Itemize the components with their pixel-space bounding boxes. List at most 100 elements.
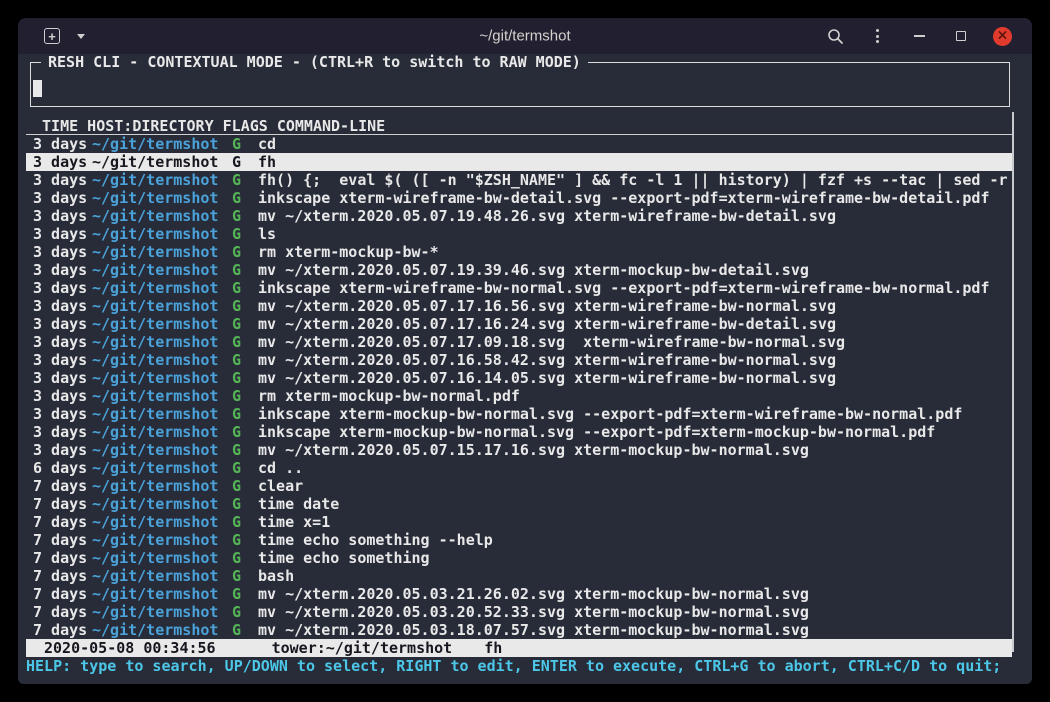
row-time: 3 days <box>33 387 92 405</box>
history-row[interactable]: 7 days ~/git/termshot G time date <box>26 495 1012 513</box>
history-row[interactable]: 7 days ~/git/termshot G clear <box>26 477 1012 495</box>
row-cmd: fh() {; eval $( ([ -n "$ZSH_NAME" ] && f… <box>258 171 1012 189</box>
history-row[interactable]: 3 days ~/git/termshot G mv ~/xterm.2020.… <box>26 297 1012 315</box>
history-row[interactable]: 3 days ~/git/termshot G mv ~/xterm.2020.… <box>26 333 1012 351</box>
close-icon: × <box>997 29 1009 43</box>
minimize-button[interactable] <box>909 24 929 48</box>
row-host: ~/git/termshot <box>92 549 232 567</box>
status-host-dir: tower:~/git/termshot <box>272 639 453 657</box>
row-cmd: mv ~/xterm.2020.05.07.15.17.16.svg xterm… <box>258 441 1012 459</box>
row-flag: G <box>232 315 258 333</box>
row-host: ~/git/termshot <box>92 333 232 351</box>
scrollbar[interactable] <box>1012 112 1014 652</box>
screenshot-background: + ~/git/termshot <box>0 0 1050 702</box>
close-button[interactable]: × <box>993 27 1012 46</box>
history-row[interactable]: 7 days ~/git/termshot G time echo someth… <box>26 531 1012 549</box>
history-row[interactable]: 3 days ~/git/termshot G inkscape xterm-m… <box>26 423 1012 441</box>
row-flag: G <box>232 621 258 639</box>
row-time: 7 days <box>33 513 92 531</box>
row-flag: G <box>232 333 258 351</box>
row-host: ~/git/termshot <box>92 459 232 477</box>
row-host: ~/git/termshot <box>92 297 232 315</box>
row-flag: G <box>232 351 258 369</box>
history-row[interactable]: 3 days ~/git/termshot G ls <box>26 225 1012 243</box>
history-row[interactable]: 3 days ~/git/termshot G cd <box>26 135 1012 153</box>
search-input[interactable]: RESH CLI - CONTEXTUAL MODE - (CTRL+R to … <box>30 62 1010 107</box>
row-host: ~/git/termshot <box>92 369 232 387</box>
row-time: 3 days <box>33 135 92 153</box>
menu-button[interactable] <box>867 24 887 48</box>
row-cmd: time x=1 <box>258 513 1012 531</box>
history-row[interactable]: 3 days ~/git/termshot G mv ~/xterm.2020.… <box>26 207 1012 225</box>
history-row[interactable]: 3 days ~/git/termshot G inkscape xterm-w… <box>26 279 1012 297</box>
search-icon <box>827 28 844 45</box>
status-command: fh <box>484 639 502 657</box>
row-time: 3 days <box>33 153 92 171</box>
history-row[interactable]: 7 days ~/git/termshot G mv ~/xterm.2020.… <box>26 585 1012 603</box>
history-row[interactable]: 7 days ~/git/termshot G time echo someth… <box>26 549 1012 567</box>
history-row[interactable]: 3 days ~/git/termshot G mv ~/xterm.2020.… <box>26 261 1012 279</box>
search-button[interactable] <box>825 24 845 48</box>
row-flag: G <box>232 477 258 495</box>
status-bar: 2020-05-08 00:34:56 tower:~/git/termshot… <box>26 639 1012 657</box>
terminal-content[interactable]: RESH CLI - CONTEXTUAL MODE - (CTRL+R to … <box>18 54 1032 684</box>
history-row[interactable]: 3 days ~/git/termshot G mv ~/xterm.2020.… <box>26 315 1012 333</box>
row-host: ~/git/termshot <box>92 621 232 639</box>
tab-list-dropdown-button[interactable] <box>71 24 91 48</box>
row-flag: G <box>232 459 258 477</box>
history-row[interactable]: 3 days ~/git/termshot G rm xterm-mockup-… <box>26 387 1012 405</box>
row-flag: G <box>232 387 258 405</box>
row-cmd: mv ~/xterm.2020.05.07.17.16.24.svg xterm… <box>258 315 1012 333</box>
row-time: 7 days <box>33 603 92 621</box>
row-host: ~/git/termshot <box>92 495 232 513</box>
history-row[interactable]: 7 days ~/git/termshot G mv ~/xterm.2020.… <box>26 603 1012 621</box>
row-time: 3 days <box>33 225 92 243</box>
history-row[interactable]: 3 days ~/git/termshot G rm xterm-mockup-… <box>26 243 1012 261</box>
status-datetime: 2020-05-08 00:34:56 <box>26 639 216 657</box>
titlebar[interactable]: + ~/git/termshot <box>18 18 1032 54</box>
search-box-title: RESH CLI - CONTEXTUAL MODE - (CTRL+R to … <box>41 54 588 71</box>
row-flag: G <box>232 243 258 261</box>
row-flag: G <box>232 423 258 441</box>
history-row[interactable]: 3 days ~/git/termshot G mv ~/xterm.2020.… <box>26 351 1012 369</box>
row-host: ~/git/termshot <box>92 189 232 207</box>
history-row[interactable]: 3 days ~/git/termshot G inkscape xterm-w… <box>26 189 1012 207</box>
history-row[interactable]: 3 days ~/git/termshot G mv ~/xterm.2020.… <box>26 441 1012 459</box>
row-flag: G <box>232 495 258 513</box>
row-cmd: cd .. <box>258 459 1012 477</box>
row-cmd: mv ~/xterm.2020.05.03.18.07.57.svg xterm… <box>258 621 1012 639</box>
new-tab-button[interactable]: + <box>42 24 62 48</box>
row-host: ~/git/termshot <box>92 243 232 261</box>
history-row[interactable]: 3 days ~/git/termshot G inkscape xterm-m… <box>26 405 1012 423</box>
history-row[interactable]: 3 days ~/git/termshot G fh <box>26 153 1012 171</box>
row-flag: G <box>232 441 258 459</box>
row-cmd: mv ~/xterm.2020.05.07.19.48.26.svg xterm… <box>258 207 1012 225</box>
row-flag: G <box>232 585 258 603</box>
row-flag: G <box>232 567 258 585</box>
history-row[interactable]: 3 days ~/git/termshot G mv ~/xterm.2020.… <box>26 369 1012 387</box>
row-flag: G <box>232 171 258 189</box>
row-host: ~/git/termshot <box>92 207 232 225</box>
row-cmd: time date <box>258 495 1012 513</box>
row-cmd: clear <box>258 477 1012 495</box>
row-time: 7 days <box>33 531 92 549</box>
history-row[interactable]: 7 days ~/git/termshot G mv ~/xterm.2020.… <box>26 621 1012 639</box>
row-time: 3 days <box>33 171 92 189</box>
row-host: ~/git/termshot <box>92 171 232 189</box>
history-row[interactable]: 7 days ~/git/termshot G bash <box>26 567 1012 585</box>
terminal-window: + ~/git/termshot <box>18 18 1032 684</box>
history-row[interactable]: 7 days ~/git/termshot G time x=1 <box>26 513 1012 531</box>
history-row[interactable]: 6 days ~/git/termshot G cd .. <box>26 459 1012 477</box>
restore-button[interactable] <box>951 24 971 48</box>
row-cmd: mv ~/xterm.2020.05.07.16.58.42.svg xterm… <box>258 351 1012 369</box>
row-host: ~/git/termshot <box>92 477 232 495</box>
row-time: 3 days <box>33 369 92 387</box>
row-flag: G <box>232 297 258 315</box>
row-cmd: inkscape xterm-mockup-bw-normal.svg --ex… <box>258 423 1012 441</box>
row-time: 7 days <box>33 585 92 603</box>
history-row[interactable]: 3 days ~/git/termshot G fh() {; eval $( … <box>26 171 1012 189</box>
history-header: TIME HOST:DIRECTORY FLAGS COMMAND-LINE <box>26 117 1012 135</box>
row-time: 3 days <box>33 297 92 315</box>
row-time: 3 days <box>33 189 92 207</box>
row-time: 7 days <box>33 549 92 567</box>
